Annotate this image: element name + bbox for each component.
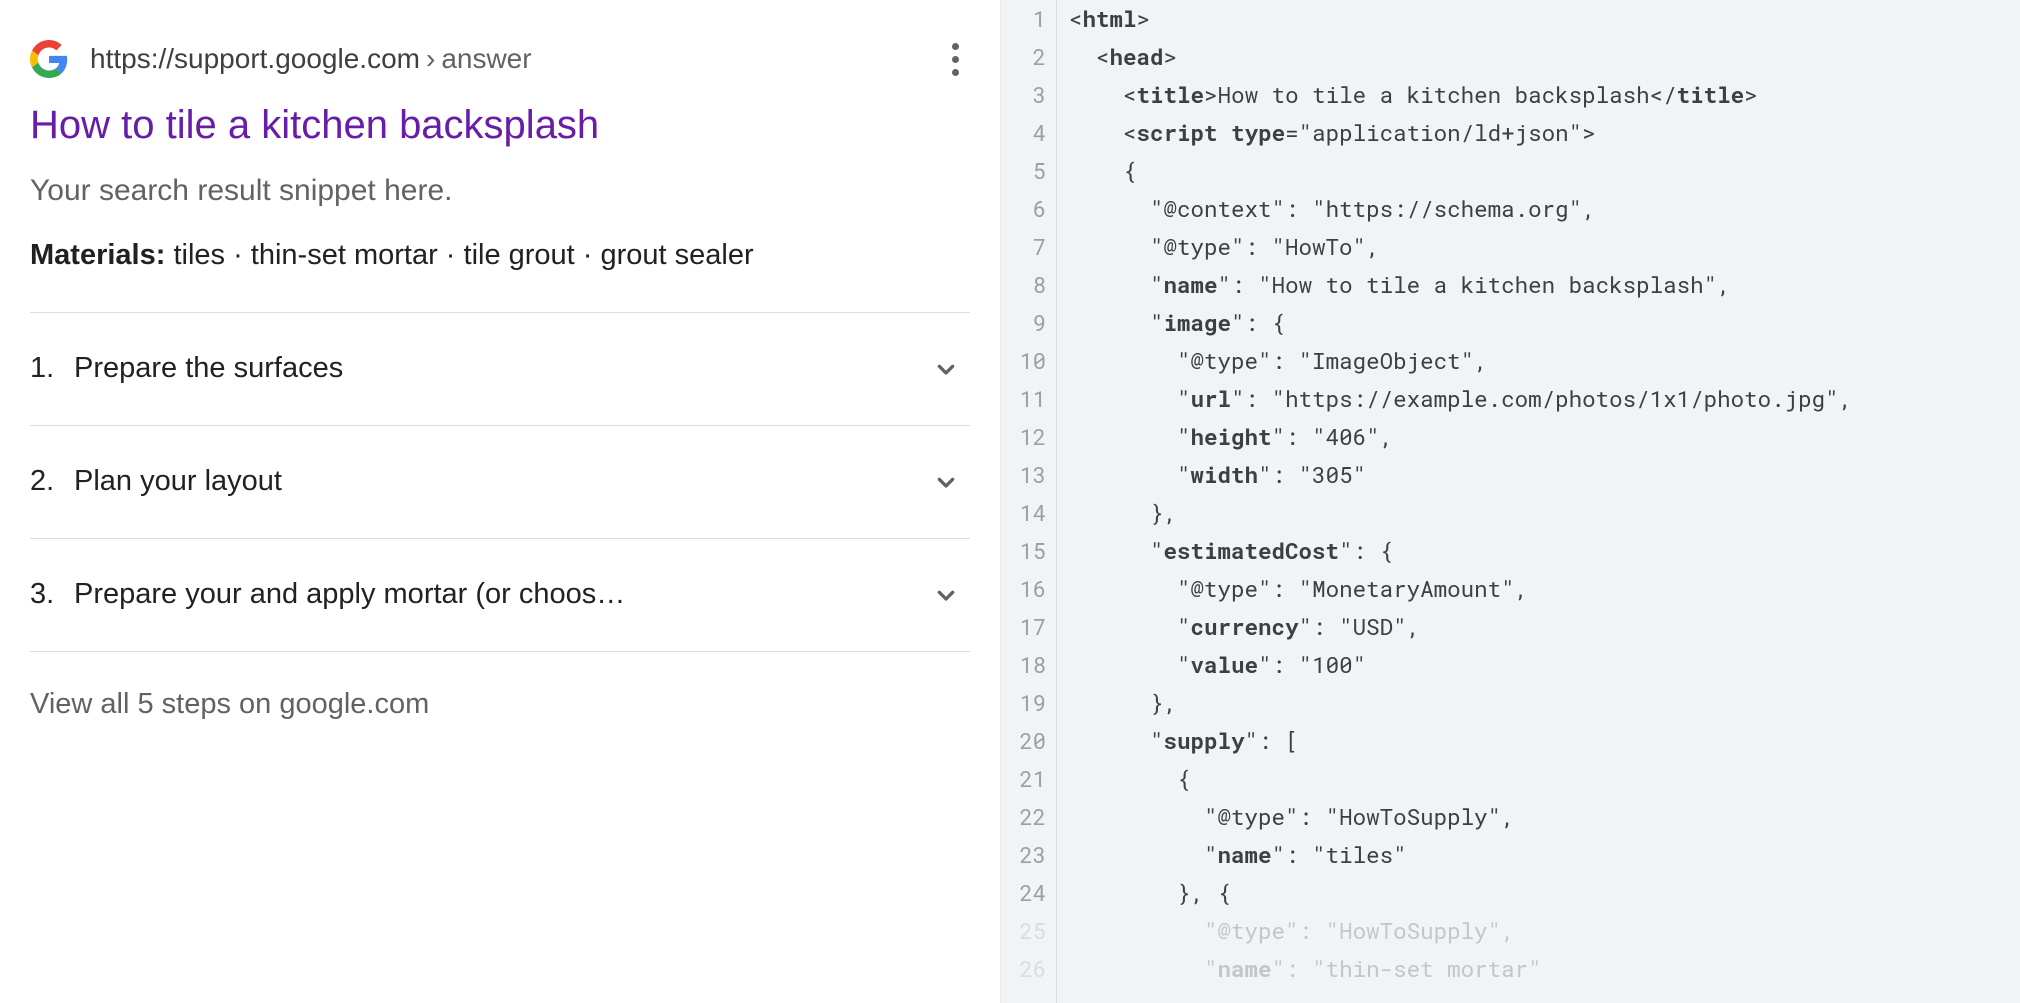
- line-number: 12: [1001, 418, 1046, 456]
- chevron-down-icon: [930, 579, 962, 611]
- code-line: "name": "tiles": [1069, 836, 2020, 874]
- code-content: <html> <head> <title>How to tile a kitch…: [1069, 0, 2020, 1003]
- materials-label: Materials:: [30, 239, 165, 271]
- code-line: "@type": "HowToSupply",: [1069, 798, 2020, 836]
- line-number: 26: [1001, 950, 1046, 988]
- code-line: "name": "How to tile a kitchen backsplas…: [1069, 266, 2020, 304]
- line-number: 9: [1001, 304, 1046, 342]
- line-number: 19: [1001, 684, 1046, 722]
- howto-steps-list: 1.Prepare the surfaces2.Plan your layout…: [30, 312, 970, 652]
- chevron-down-icon: [930, 466, 962, 498]
- code-line: "@type": "MonetaryAmount",: [1069, 570, 2020, 608]
- code-line: {: [1069, 760, 2020, 798]
- step-title: Prepare your and apply mortar (or choos…: [74, 578, 930, 611]
- line-number-gutter: 1234567891011121314151617181920212223242…: [1001, 0, 1057, 1003]
- result-title-link[interactable]: How to tile a kitchen backsplash: [30, 100, 599, 150]
- howto-step-row[interactable]: 1.Prepare the surfaces: [30, 313, 970, 426]
- step-number: 3.: [30, 578, 74, 611]
- code-line: "name": "thin-set mortar": [1069, 950, 2020, 988]
- step-number: 2.: [30, 465, 74, 498]
- line-number: 3: [1001, 76, 1046, 114]
- line-number: 25: [1001, 912, 1046, 950]
- line-number: 21: [1001, 760, 1046, 798]
- code-line: "image": {: [1069, 304, 2020, 342]
- code-line: "value": "100": [1069, 646, 2020, 684]
- line-number: 22: [1001, 798, 1046, 836]
- code-line: "height": "406",: [1069, 418, 2020, 456]
- code-line: <head>: [1069, 38, 2020, 76]
- line-number: 14: [1001, 494, 1046, 532]
- code-line: "@type": "ImageObject",: [1069, 342, 2020, 380]
- more-options-icon[interactable]: [940, 43, 970, 76]
- code-line: <script type="application/ld+json">: [1069, 114, 2020, 152]
- chevron-down-icon: [930, 353, 962, 385]
- line-number: 7: [1001, 228, 1046, 266]
- code-line: <html>: [1069, 0, 2020, 38]
- line-number: 24: [1001, 874, 1046, 912]
- materials-line: Materials: tiles · thin-set mortar · til…: [30, 234, 970, 278]
- code-line: },: [1069, 684, 2020, 722]
- search-result-card: https://support.google.com›answer How to…: [0, 0, 1000, 1003]
- url-path: answer: [441, 43, 531, 74]
- line-number: 8: [1001, 266, 1046, 304]
- result-url-row: https://support.google.com›answer: [30, 40, 970, 78]
- line-number: 18: [1001, 646, 1046, 684]
- code-editor: 1234567891011121314151617181920212223242…: [1000, 0, 2020, 1003]
- view-all-steps-link[interactable]: View all 5 steps on google.com: [30, 688, 970, 721]
- result-snippet: Your search result snippet here.: [30, 174, 970, 208]
- line-number: 2: [1001, 38, 1046, 76]
- code-line: "@context": "https://schema.org",: [1069, 190, 2020, 228]
- line-number: 16: [1001, 570, 1046, 608]
- line-number: 11: [1001, 380, 1046, 418]
- code-line: }, {: [1069, 874, 2020, 912]
- code-line: },: [1069, 494, 2020, 532]
- code-line: "@type": "HowToSupply",: [1069, 912, 2020, 950]
- line-number: 1: [1001, 0, 1046, 38]
- line-number: 5: [1001, 152, 1046, 190]
- code-line: "width": "305": [1069, 456, 2020, 494]
- code-line: "currency": "USD",: [1069, 608, 2020, 646]
- code-line: "estimatedCost": {: [1069, 532, 2020, 570]
- line-number: 15: [1001, 532, 1046, 570]
- code-line: {: [1069, 152, 2020, 190]
- step-number: 1.: [30, 352, 74, 385]
- line-number: 23: [1001, 836, 1046, 874]
- code-line: "@type": "HowTo",: [1069, 228, 2020, 266]
- line-number: 13: [1001, 456, 1046, 494]
- line-number: 10: [1001, 342, 1046, 380]
- google-g-logo-icon: [30, 40, 68, 78]
- howto-step-row[interactable]: 3.Prepare your and apply mortar (or choo…: [30, 539, 970, 652]
- step-title: Plan your layout: [74, 465, 930, 498]
- step-title: Prepare the surfaces: [74, 352, 930, 385]
- materials-list: tiles · thin-set mortar · tile grout · g…: [173, 239, 753, 271]
- result-url: https://support.google.com›answer: [90, 43, 532, 75]
- howto-step-row[interactable]: 2.Plan your layout: [30, 426, 970, 539]
- line-number: 17: [1001, 608, 1046, 646]
- code-line: <title>How to tile a kitchen backsplash<…: [1069, 76, 2020, 114]
- url-domain: https://support.google.com: [90, 43, 420, 74]
- code-line: "supply": [: [1069, 722, 2020, 760]
- line-number: 4: [1001, 114, 1046, 152]
- line-number: 6: [1001, 190, 1046, 228]
- line-number: 20: [1001, 722, 1046, 760]
- code-line: "url": "https://example.com/photos/1x1/p…: [1069, 380, 2020, 418]
